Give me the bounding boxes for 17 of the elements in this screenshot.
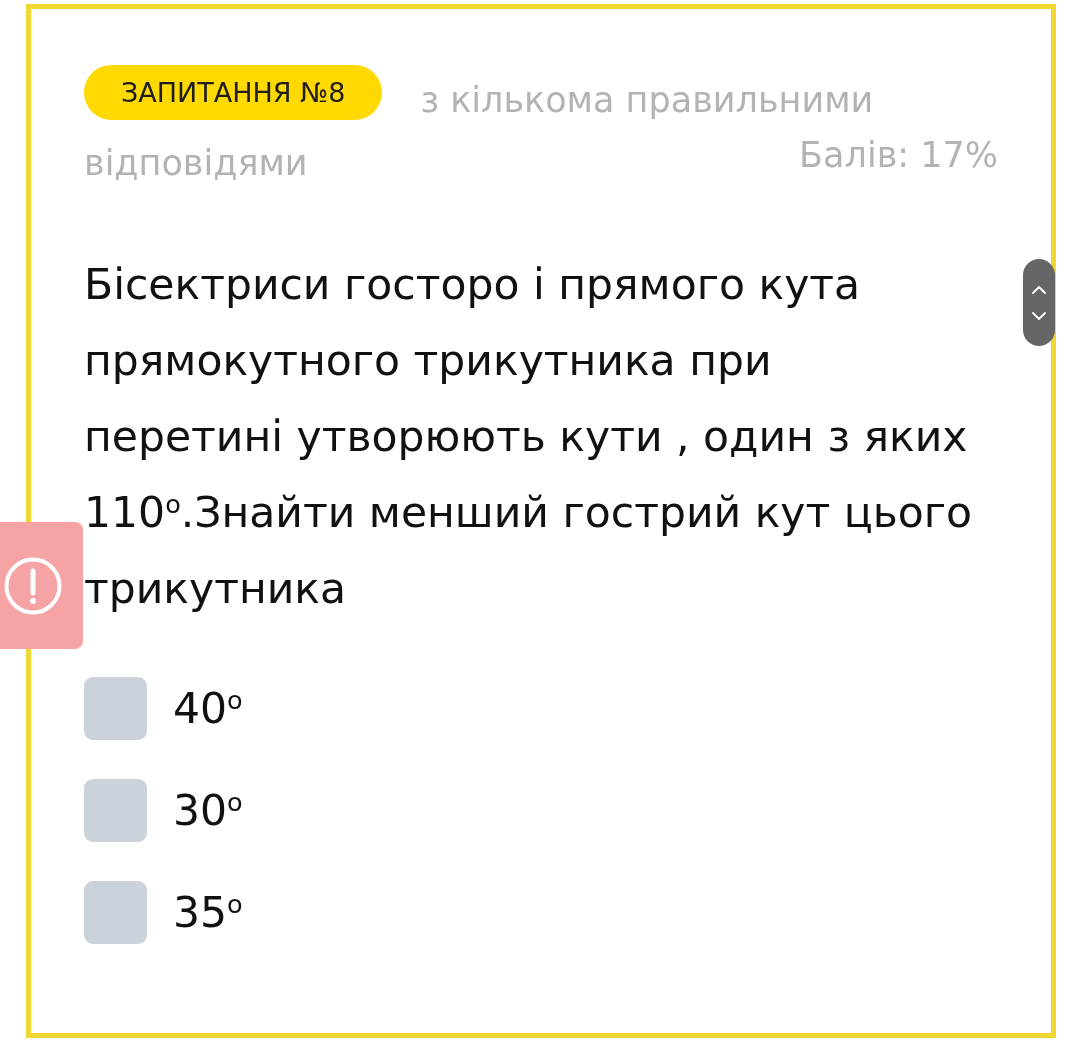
- question-type-label: відповідями: [84, 142, 308, 185]
- question-number-badge: ЗАПИТАННЯ №8: [84, 65, 383, 120]
- report-button[interactable]: [0, 522, 83, 649]
- alert-icon: [4, 556, 62, 615]
- question-text: Бісектриси госторо і прямого кута прямокутного трикутника при перетині утворюють кути , один з яких 110$^{о}$.Знайти менший гострий кут цього трикутника: [84, 259, 974, 615]
- chevron-up-icon: [1032, 285, 1046, 294]
- checkbox[interactable]: [84, 677, 147, 740]
- answer-option-label[interactable]: 40$^{о}$: [173, 677, 243, 740]
- scroll-down-button[interactable]: [1030, 309, 1048, 322]
- scroll-up-button[interactable]: [1030, 283, 1048, 296]
- checkbox[interactable]: [84, 779, 147, 842]
- chevron-down-icon: [1032, 311, 1046, 320]
- score-label: Балів: 17%: [799, 134, 998, 177]
- answer-option-label[interactable]: 35$^{о}$: [173, 881, 243, 944]
- question-type-label: з кількома правильними: [420, 79, 874, 122]
- checkbox[interactable]: [84, 881, 147, 944]
- answer-option-label[interactable]: 30$^{о}$: [173, 779, 243, 842]
